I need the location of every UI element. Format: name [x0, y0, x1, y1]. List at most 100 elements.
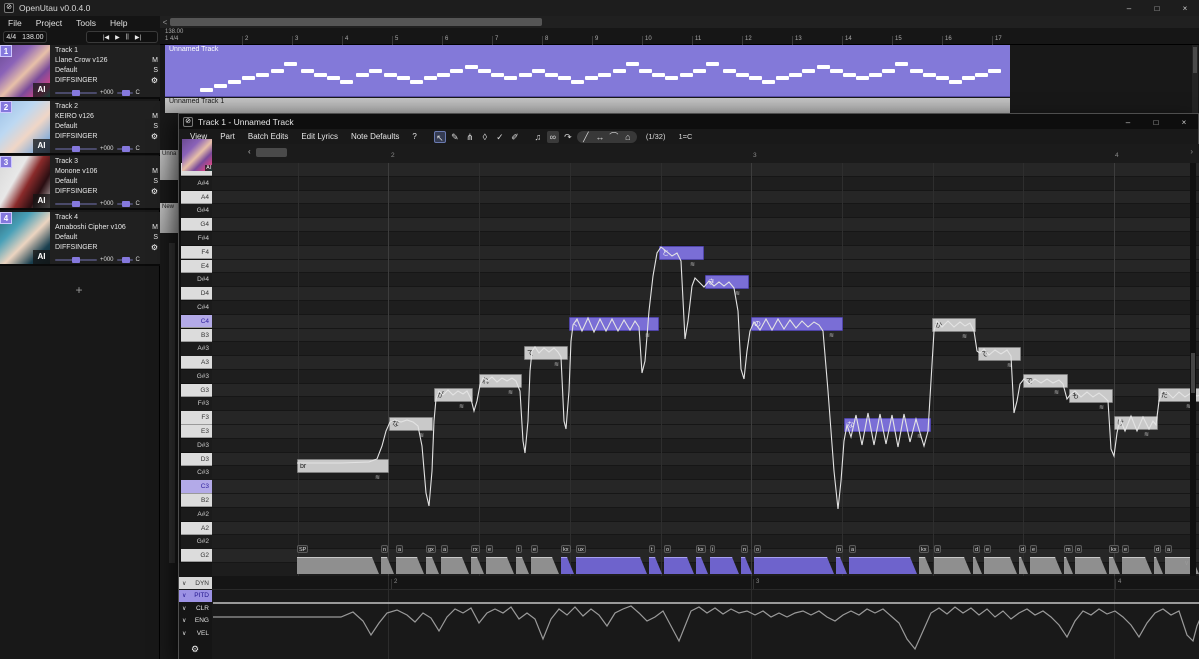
maximize-button[interactable]: □: [1143, 0, 1171, 16]
note-Gs3[interactable]: れ: [479, 374, 522, 388]
phoneme-block[interactable]: [754, 557, 834, 574]
phoneme-label[interactable]: t: [516, 545, 522, 553]
phoneme-label[interactable]: a: [934, 545, 941, 553]
vibrato-mark-icon[interactable]: ≋: [554, 361, 559, 368]
note-F4[interactable]: と: [659, 246, 704, 260]
phoneme-label[interactable]: o: [1075, 545, 1082, 553]
maximize-button[interactable]: □: [1142, 114, 1170, 130]
phoneme-block[interactable]: [849, 557, 917, 574]
phoneme-block[interactable]: [297, 557, 379, 574]
solo-button[interactable]: S: [153, 66, 158, 76]
scroll-left-arrow-icon[interactable]: <: [160, 18, 170, 27]
vibrato-mark-icon[interactable]: ≋: [1054, 389, 1059, 396]
phoneme-label[interactable]: n: [741, 545, 748, 553]
track-settings-gear-icon[interactable]: ⚙: [151, 187, 158, 197]
mute-button[interactable]: M: [152, 223, 158, 233]
phoneme-label[interactable]: a: [441, 545, 448, 553]
mute-button[interactable]: M: [152, 167, 158, 177]
main-window-titlebar[interactable]: ⊘ OpenUtau v0.0.4.0 –□×: [0, 0, 1199, 16]
piano-key-E3[interactable]: E3: [181, 425, 212, 438]
piano-key-C3[interactable]: C3: [181, 480, 212, 493]
brush-tool-icon[interactable]: ✓: [494, 131, 506, 143]
phoneme-label[interactable]: n: [381, 545, 388, 553]
piano-key-Cs3[interactable]: C#3: [181, 466, 212, 479]
forward-arrow-icon[interactable]: ›: [1190, 147, 1193, 156]
solo-button[interactable]: S: [153, 122, 158, 132]
phoneme-label[interactable]: o: [664, 545, 671, 553]
piano-key-Fs3[interactable]: F#3: [181, 397, 212, 410]
play-button[interactable]: ▶: [115, 34, 120, 41]
mute-button[interactable]: M: [152, 56, 158, 66]
note-As3[interactable]: て: [524, 346, 568, 360]
piano-key-Ds4[interactable]: D#4: [181, 273, 212, 286]
chevron-down-icon[interactable]: ∨: [182, 630, 186, 637]
volume-slider-thumb[interactable]: [72, 201, 80, 207]
minimize-button[interactable]: –: [1114, 114, 1142, 130]
piano-key-Gs3[interactable]: G#3: [181, 370, 212, 383]
pan-slider-thumb[interactable]: [122, 90, 130, 96]
volume-slider-thumb[interactable]: [72, 257, 80, 263]
overlap-toggle-icon[interactable]: ∞: [547, 131, 559, 143]
piano-key-As2[interactable]: A#2: [181, 508, 212, 521]
volume-slider[interactable]: [55, 148, 97, 150]
phoneme-label[interactable]: e: [1122, 545, 1129, 553]
minimize-button[interactable]: –: [1115, 0, 1143, 16]
solo-button[interactable]: S: [153, 233, 158, 243]
piano-key-G4[interactable]: G4: [181, 218, 212, 231]
track-settings-gear-icon[interactable]: ⚙: [151, 243, 158, 253]
vibrato-mark-icon[interactable]: ≋: [1007, 362, 1012, 369]
pen-tool-icon[interactable]: ✎: [449, 131, 461, 143]
note-As3[interactable]: で: [978, 347, 1021, 361]
vibrato-mark-icon[interactable]: ≋: [690, 261, 695, 268]
vibrato-mark-icon[interactable]: ≋: [508, 389, 513, 396]
arrangement-hscrollbar[interactable]: <: [160, 16, 1199, 28]
back-arrow-icon[interactable]: ‹: [248, 147, 251, 156]
close-button[interactable]: ×: [1171, 0, 1199, 16]
phoneme-label[interactable]: m: [1064, 545, 1073, 553]
piano-key-G2[interactable]: G2: [181, 549, 212, 562]
vibrato-mark-icon[interactable]: ≋: [917, 433, 922, 440]
eraser-tool-icon[interactable]: ◊: [479, 131, 491, 143]
note-F3[interactable]: な: [389, 417, 433, 431]
menu-tools[interactable]: Tools: [76, 18, 96, 28]
vibrato-mark-icon[interactable]: ≋: [735, 290, 740, 297]
phoneme-label[interactable]: a: [849, 545, 856, 553]
pr-menu-note-defaults[interactable]: Note Defaults: [351, 132, 399, 141]
phoneme-label[interactable]: e: [486, 545, 493, 553]
phoneme-label[interactable]: rx: [471, 545, 480, 553]
pan-slider-thumb[interactable]: [122, 257, 130, 263]
pr-menu-batch-edits[interactable]: Batch Edits: [248, 132, 288, 141]
track-row[interactable]: 2AITrack 2KEIRO v126MDefaultSDIFFSINGER⚙…: [0, 101, 160, 155]
volume-slider-thumb[interactable]: [72, 146, 80, 152]
note-F3[interactable]: な: [844, 418, 931, 432]
time-signature[interactable]: 4/4: [6, 34, 16, 41]
phoneme-label[interactable]: kx: [561, 545, 571, 553]
piano-key-Cs4[interactable]: C#4: [181, 301, 212, 314]
volume-slider[interactable]: [55, 92, 97, 94]
phoneme-collapse-arrow-icon[interactable]: ∨: [1184, 559, 1189, 567]
expression-eng[interactable]: ∨ENG: [179, 615, 212, 627]
arrangement-ruler[interactable]: 138.00 1 4/4 234567891011121314151617: [160, 28, 1199, 45]
singer-avatar[interactable]: AI: [182, 139, 212, 171]
pitch-line-tool-icon[interactable]: ╱: [580, 131, 592, 143]
add-track-button[interactable]: +: [70, 283, 88, 297]
strip-scrollbar[interactable]: [169, 243, 175, 563]
track-row[interactable]: 1AITrack 1Llane Crow v126MDefaultSDIFFSI…: [0, 45, 160, 99]
snap-division-setting[interactable]: (1/32): [646, 132, 666, 141]
piano-key-F4[interactable]: F4: [181, 246, 212, 259]
phoneme-label[interactable]: gx: [426, 545, 436, 553]
expression-dyn[interactable]: ∨DYN: [179, 577, 212, 589]
piano-key-A2[interactable]: A2: [181, 522, 212, 535]
phoneme-label[interactable]: SP: [297, 545, 308, 553]
pitch-anchor-tool-icon[interactable]: ↔: [594, 131, 606, 143]
track-row[interactable]: 4AITrack 4Amaboshi Cipher v106MDefaultSD…: [0, 212, 160, 266]
chevron-down-icon[interactable]: ∨: [182, 605, 186, 612]
phoneme-label[interactable]: a: [396, 545, 403, 553]
vibrato-mark-icon[interactable]: ≋: [829, 332, 834, 339]
piano-key-C4[interactable]: C4: [181, 315, 212, 328]
tempo-signature-box[interactable]: 4/4 138.00: [3, 31, 47, 43]
piano-key-B2[interactable]: B2: [181, 494, 212, 507]
phoneme-label[interactable]: n: [836, 545, 843, 553]
expression-panel[interactable]: 234: [212, 576, 1199, 659]
expression-settings-gear-icon[interactable]: ⚙: [191, 644, 199, 655]
